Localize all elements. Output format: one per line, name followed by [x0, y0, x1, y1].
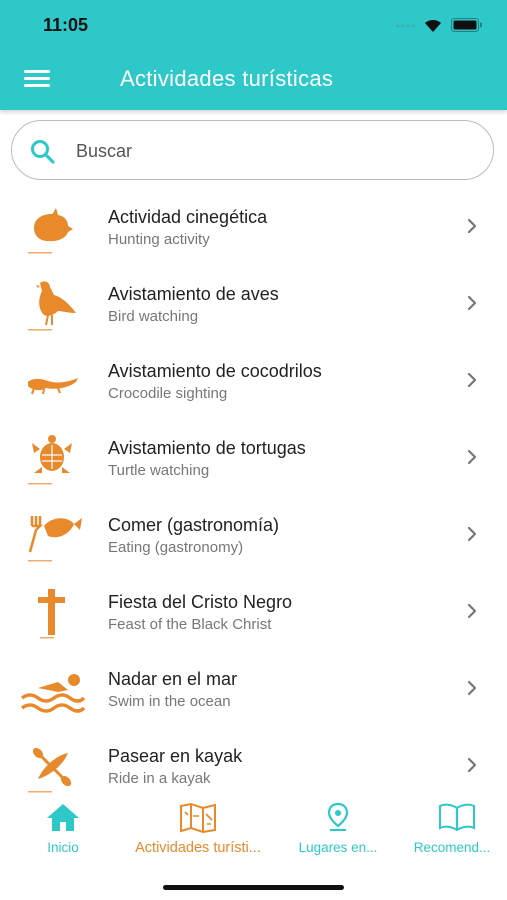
chevron-right-icon [467, 372, 477, 388]
activity-title: Fiesta del Cristo Negro [108, 592, 293, 612]
activity-title: Nadar en el mar [108, 669, 238, 689]
fish-fork-icon [28, 516, 82, 562]
home-indicator [163, 885, 344, 890]
activity-subtitle: Eating (gastronomy) [108, 539, 244, 556]
tab-actividades[interactable]: Actividades turísti... [113, 798, 283, 868]
activity-title: Pasear en kayak [108, 746, 243, 766]
activity-subtitle: Feast of the Black Christ [108, 616, 272, 633]
tab-label: Lugares en... [298, 840, 378, 855]
tab-inicio[interactable]: Inicio [0, 798, 126, 868]
app-header: 11:05 Actividades turísticas [0, 0, 507, 110]
turtle-icon [28, 435, 72, 485]
list-item[interactable]: Nadar en el mar Swim in the ocean [0, 652, 507, 728]
list-item[interactable]: Avistamiento de cocodrilos Crocodile sig… [0, 344, 507, 420]
activity-subtitle: Crocodile sighting [108, 385, 228, 402]
page-title: Actividades turísticas [120, 66, 334, 91]
tab-label: Inicio [47, 840, 79, 855]
activity-subtitle: Bird watching [108, 308, 199, 325]
status-time: 11:05 [43, 15, 89, 35]
activity-subtitle: Turtle watching [108, 462, 210, 479]
list-item[interactable]: Comer (gastronomía) Eating (gastronomy) [0, 498, 507, 574]
swimmer-icon [20, 674, 86, 713]
search-icon [31, 140, 55, 164]
home-icon [47, 804, 79, 831]
kayak-icon [28, 747, 72, 793]
tab-label: Recomend... [413, 840, 491, 855]
chevron-right-icon [467, 680, 477, 696]
search-input[interactable] [74, 135, 478, 167]
bird-icon [28, 281, 76, 331]
status-icons [395, 17, 483, 33]
map-icon [180, 802, 216, 834]
crocodile-icon [28, 378, 78, 395]
activity-subtitle: Hunting activity [108, 231, 210, 248]
hamburger-menu-icon[interactable] [24, 70, 50, 90]
chevron-right-icon [467, 449, 477, 465]
list-item[interactable]: Fiesta del Cristo Negro Feast of the Bla… [0, 575, 507, 651]
chevron-right-icon [467, 757, 477, 773]
activity-title: Comer (gastronomía) [108, 515, 280, 535]
chevron-right-icon [467, 526, 477, 542]
list-item[interactable]: Avistamiento de aves Bird watching [0, 267, 507, 343]
activity-title: Avistamiento de tortugas [108, 438, 306, 458]
boar-icon [28, 208, 73, 254]
location-pin-icon [327, 802, 349, 831]
activity-subtitle: Ride in a kayak [108, 770, 211, 787]
tab-recomendaciones[interactable]: Recomend... [398, 798, 506, 868]
chevron-right-icon [467, 603, 477, 619]
chevron-right-icon [467, 218, 477, 234]
activity-title: Avistamiento de cocodrilos [108, 361, 322, 381]
crucifix-icon [38, 589, 65, 639]
activity-title: Avistamiento de aves [108, 284, 279, 304]
chevron-right-icon [467, 295, 477, 311]
wifi-icon [425, 19, 441, 32]
tab-lugares[interactable]: Lugares en... [282, 798, 394, 868]
search-bar[interactable] [11, 120, 494, 180]
book-icon [439, 803, 475, 832]
activity-subtitle: Swim in the ocean [108, 693, 231, 710]
activity-title: Actividad cinegética [108, 207, 268, 227]
list-item[interactable]: Pasear en kayak Ride in a kayak [0, 729, 507, 805]
list-item[interactable]: Actividad cinegética Hunting activity [0, 190, 507, 266]
tab-label: Actividades turísti... [135, 840, 261, 856]
list-item[interactable]: Avistamiento de tortugas Turtle watching [0, 421, 507, 497]
battery-icon [451, 18, 482, 32]
cellular-signal-icon [396, 24, 415, 28]
